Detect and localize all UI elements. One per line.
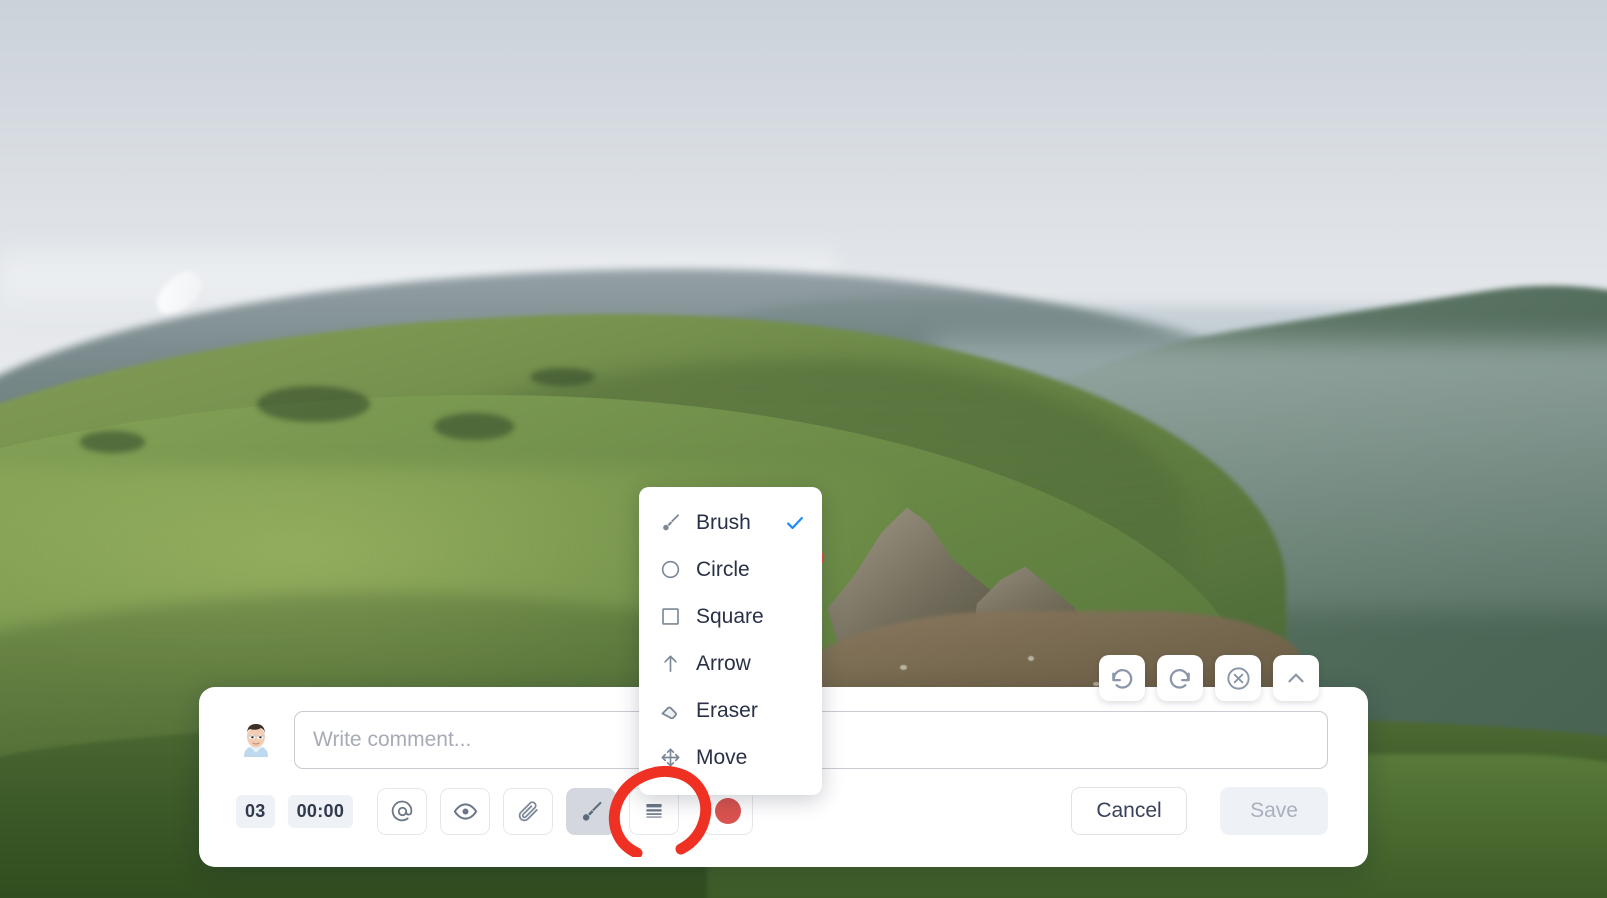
tree-patch bbox=[257, 386, 370, 423]
menu-item-eraser[interactable]: Eraser bbox=[639, 687, 822, 734]
move-icon bbox=[658, 746, 682, 770]
clear-button[interactable] bbox=[1215, 655, 1261, 701]
brush-icon bbox=[658, 511, 682, 535]
color-swatch bbox=[715, 798, 742, 824]
attach-button[interactable] bbox=[503, 787, 554, 835]
timecode-badge: 00:00 bbox=[287, 794, 354, 828]
menu-item-label: Brush bbox=[696, 510, 751, 534]
mention-button[interactable] bbox=[377, 787, 428, 835]
canvas-action-toolbar bbox=[1099, 655, 1319, 701]
menu-item-label: Move bbox=[696, 745, 748, 769]
paperclip-icon bbox=[516, 799, 541, 824]
square-icon bbox=[658, 605, 682, 629]
app-stage: 03 00:00 bbox=[0, 0, 1607, 898]
check-placeholder bbox=[784, 559, 806, 581]
frame-badge: 03 bbox=[236, 794, 275, 828]
cancel-button[interactable]: Cancel bbox=[1071, 787, 1187, 835]
trail-pebble bbox=[899, 664, 907, 670]
visibility-button[interactable] bbox=[440, 787, 491, 835]
tree-patch bbox=[530, 368, 595, 387]
trail-pebble bbox=[1028, 655, 1035, 661]
chevron-up-icon bbox=[1283, 665, 1309, 691]
menu-item-label: Arrow bbox=[696, 651, 751, 675]
menu-item-label: Eraser bbox=[696, 698, 758, 722]
menu-item-label: Circle bbox=[696, 557, 750, 581]
undo-button[interactable] bbox=[1099, 655, 1145, 701]
draw-tool-button[interactable] bbox=[566, 787, 617, 835]
check-placeholder bbox=[784, 606, 806, 628]
at-sign-icon bbox=[390, 799, 415, 824]
collapse-button[interactable] bbox=[1273, 655, 1319, 701]
menu-item-brush[interactable]: Brush bbox=[639, 499, 822, 546]
tree-patch bbox=[80, 431, 145, 453]
avatar bbox=[236, 719, 276, 761]
eraser-icon bbox=[658, 699, 682, 723]
menu-item-circle[interactable]: Circle bbox=[639, 546, 822, 593]
arrow-icon bbox=[658, 652, 682, 676]
undo-icon bbox=[1109, 665, 1135, 691]
redo-button[interactable] bbox=[1157, 655, 1203, 701]
save-button[interactable]: Save bbox=[1220, 787, 1328, 835]
brush-icon bbox=[578, 798, 605, 825]
redo-icon bbox=[1167, 665, 1193, 691]
check-placeholder bbox=[784, 700, 806, 722]
check-placeholder bbox=[784, 653, 806, 675]
menu-item-label: Square bbox=[696, 604, 764, 628]
menu-item-arrow[interactable]: Arrow bbox=[639, 640, 822, 687]
menu-item-move[interactable]: Move bbox=[639, 734, 822, 781]
check-placeholder bbox=[784, 747, 806, 769]
eye-icon bbox=[453, 799, 478, 824]
lines-icon bbox=[641, 798, 667, 824]
menu-item-square[interactable]: Square bbox=[639, 593, 822, 640]
check-icon bbox=[784, 512, 806, 534]
tree-patch bbox=[433, 413, 515, 441]
circle-icon bbox=[658, 558, 682, 582]
circle-x-icon bbox=[1225, 665, 1252, 692]
draw-tool-menu: Brush Circle Square Arrow Eraser Move bbox=[639, 487, 822, 795]
